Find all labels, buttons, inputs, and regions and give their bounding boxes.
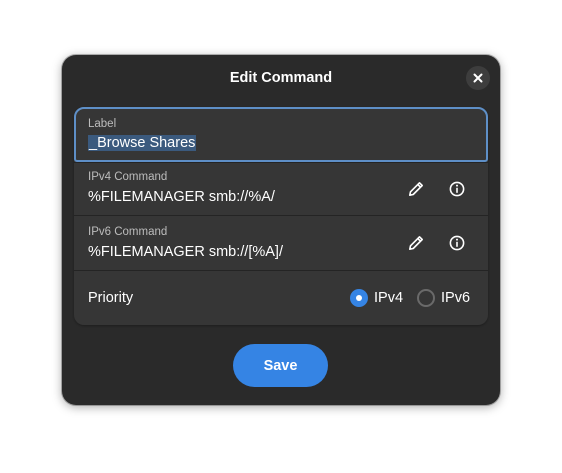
ipv6-command-caption: IPv6 Command bbox=[88, 226, 168, 238]
label-value: _Browse Shares bbox=[88, 135, 197, 151]
edit-command-dialog: Edit Command Label _Browse Shares IPv4 C… bbox=[62, 55, 500, 405]
ipv6-edit-button[interactable] bbox=[404, 231, 428, 255]
command-fields-list: Label _Browse Shares IPv4 Command %FILEM… bbox=[74, 107, 488, 325]
ipv6-radio[interactable] bbox=[417, 289, 435, 307]
close-icon bbox=[473, 73, 483, 83]
ipv4-info-button[interactable] bbox=[445, 177, 469, 201]
ipv4-radio-label[interactable]: IPv4 bbox=[374, 289, 403, 307]
priority-row: Priority IPv4 IPv6 bbox=[74, 270, 488, 325]
ipv4-command-row: IPv4 Command %FILEMANAGER smb://%A/ bbox=[74, 162, 488, 216]
ipv4-radio[interactable] bbox=[350, 289, 368, 307]
pencil-icon bbox=[409, 236, 423, 250]
ipv4-command-caption: IPv4 Command bbox=[88, 171, 168, 183]
dialog-title: Edit Command bbox=[229, 70, 333, 86]
ipv6-info-button[interactable] bbox=[445, 231, 469, 255]
save-button[interactable]: Save bbox=[233, 344, 328, 387]
pencil-icon bbox=[409, 182, 423, 196]
ipv6-command-value: %FILEMANAGER smb://[%A]/ bbox=[88, 244, 283, 260]
label-entry-row[interactable]: Label _Browse Shares bbox=[74, 107, 488, 162]
info-icon bbox=[449, 181, 465, 197]
ipv4-command-value: %FILEMANAGER smb://%A/ bbox=[88, 189, 275, 205]
info-icon bbox=[449, 235, 465, 251]
ipv6-command-row: IPv6 Command %FILEMANAGER smb://[%A]/ bbox=[74, 215, 488, 271]
label-field[interactable]: _Browse Shares bbox=[88, 134, 197, 152]
label-caption: Label bbox=[88, 118, 117, 130]
close-button[interactable] bbox=[466, 66, 490, 90]
ipv4-edit-button[interactable] bbox=[404, 177, 428, 201]
priority-label: Priority bbox=[88, 290, 134, 306]
ipv6-radio-label[interactable]: IPv6 bbox=[441, 289, 470, 307]
